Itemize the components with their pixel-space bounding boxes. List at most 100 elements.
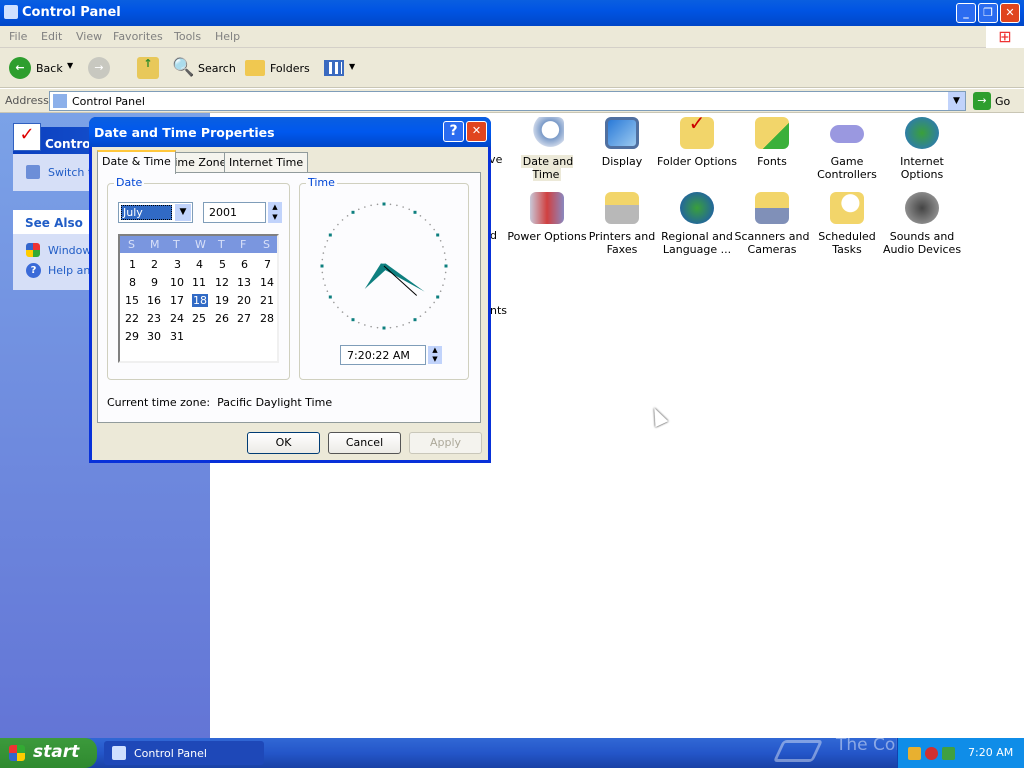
close-button[interactable]: ✕ bbox=[1000, 3, 1020, 23]
partial-item-label[interactable]: d bbox=[490, 229, 497, 242]
calendar-day[interactable]: 7 bbox=[264, 258, 271, 271]
tray-network-icon[interactable] bbox=[925, 747, 938, 760]
menu-tools[interactable]: Tools bbox=[174, 30, 201, 43]
calendar-day[interactable]: 9 bbox=[151, 276, 158, 289]
window-title-bar[interactable]: Control Panel _ ❐ ✕ bbox=[0, 0, 1024, 26]
item-printers-and-faxes[interactable]: Printers and Faxes bbox=[582, 192, 662, 256]
calendar-day[interactable]: 25 bbox=[192, 312, 206, 325]
go-button[interactable]: → Go bbox=[972, 91, 1022, 111]
start-button[interactable]: start bbox=[0, 738, 97, 768]
restore-button[interactable]: ❐ bbox=[978, 3, 998, 23]
item-regional-language[interactable]: Regional and Language ... bbox=[657, 192, 737, 256]
month-dropdown-icon[interactable]: ▼ bbox=[175, 204, 191, 221]
calendar-day[interactable]: 17 bbox=[170, 294, 184, 307]
back-label: Back bbox=[36, 62, 63, 75]
calendar-day[interactable]: 13 bbox=[237, 276, 251, 289]
calendar-day[interactable]: 28 bbox=[260, 312, 274, 325]
views-button[interactable]: ▼ bbox=[322, 56, 358, 80]
timezone-value: Pacific Daylight Time bbox=[217, 396, 333, 409]
calendar-day[interactable]: 3 bbox=[174, 258, 181, 271]
tray-update-icon[interactable] bbox=[942, 747, 955, 760]
calendar-day[interactable]: 29 bbox=[125, 330, 139, 343]
item-power-options[interactable]: Power Options bbox=[507, 192, 587, 243]
item-scheduled-tasks[interactable]: Scheduled Tasks bbox=[807, 192, 887, 256]
calendar-day[interactable]: 15 bbox=[125, 294, 139, 307]
calendar-day[interactable]: 24 bbox=[170, 312, 184, 325]
calendar-day[interactable]: 1 bbox=[129, 258, 136, 271]
item-scanners-cameras[interactable]: Scanners and Cameras bbox=[732, 192, 812, 256]
cancel-button[interactable]: Cancel bbox=[328, 432, 401, 454]
dialog-close-button[interactable]: ✕ bbox=[466, 121, 487, 142]
calendar-day[interactable]: 23 bbox=[147, 312, 161, 325]
clock-hour-tick bbox=[436, 295, 440, 299]
windows-update-icon bbox=[26, 243, 40, 257]
search-button[interactable]: 🔍 Search bbox=[170, 56, 236, 80]
time-spinner[interactable]: ▲ ▼ bbox=[428, 346, 442, 364]
year-spinner[interactable]: ▲ ▼ bbox=[268, 202, 282, 223]
tray-clock[interactable]: 7:20 AM bbox=[968, 746, 1013, 759]
calendar-day[interactable]: 21 bbox=[260, 294, 274, 307]
tab-internet-time[interactable]: Internet Time bbox=[224, 152, 309, 173]
calendar-day[interactable]: 5 bbox=[219, 258, 226, 271]
item-label: Game Controllers bbox=[817, 155, 877, 181]
calendar-day[interactable]: 22 bbox=[125, 312, 139, 325]
forward-arrow-icon[interactable]: → bbox=[88, 57, 110, 79]
fonts-folder-icon bbox=[755, 117, 789, 149]
calendar-day-selected[interactable]: 18 bbox=[192, 294, 208, 307]
clock-hour-tick bbox=[444, 264, 448, 268]
calendar-day[interactable]: 4 bbox=[196, 258, 203, 271]
up-folder-icon[interactable]: ↑ bbox=[137, 57, 159, 79]
calendar-day[interactable]: 8 bbox=[129, 276, 136, 289]
calendar-day[interactable]: 30 bbox=[147, 330, 161, 343]
menu-file[interactable]: File bbox=[9, 30, 27, 43]
ok-button[interactable]: OK bbox=[247, 432, 320, 454]
item-folder-options[interactable]: ✓ Folder Options bbox=[657, 113, 737, 168]
calendar-day[interactable]: 27 bbox=[237, 312, 251, 325]
calendar-day[interactable]: 11 bbox=[192, 276, 206, 289]
folders-button[interactable]: Folders bbox=[243, 56, 310, 80]
calendar-day[interactable]: 10 bbox=[170, 276, 184, 289]
item-internet-options[interactable]: Internet Options bbox=[882, 117, 962, 181]
calendar-day[interactable]: 20 bbox=[237, 294, 251, 307]
item-game-controllers[interactable]: Game Controllers bbox=[807, 117, 887, 181]
calendar-day[interactable]: 26 bbox=[215, 312, 229, 325]
menu-view[interactable]: View bbox=[76, 30, 102, 43]
calendar-day[interactable]: 16 bbox=[147, 294, 161, 307]
tab-date-time[interactable]: Date & Time bbox=[97, 150, 176, 174]
taskbar-button-control-panel[interactable]: Control Panel bbox=[104, 741, 264, 765]
item-fonts[interactable]: Fonts bbox=[732, 117, 812, 168]
back-dropdown-icon[interactable]: ▼ bbox=[67, 61, 73, 70]
calendar-day[interactable]: 14 bbox=[260, 276, 274, 289]
folder-check-icon: ✓ bbox=[680, 113, 714, 149]
power-plug-icon bbox=[530, 192, 564, 224]
calendar-day[interactable]: 12 bbox=[215, 276, 229, 289]
year-input[interactable]: 2001 bbox=[203, 202, 266, 223]
partial-item-label[interactable]: nts bbox=[490, 304, 507, 317]
month-select[interactable]: July ▼ bbox=[118, 202, 193, 223]
gamepad-icon bbox=[830, 125, 864, 143]
menu-favorites[interactable]: Favorites bbox=[113, 30, 163, 43]
clock-second-hand bbox=[383, 265, 418, 296]
item-sounds-audio[interactable]: Sounds and Audio Devices bbox=[882, 192, 962, 256]
clock-hour-tick bbox=[351, 318, 355, 322]
windows-logo-icon: ⊞ bbox=[986, 26, 1024, 48]
apply-button[interactable]: Apply bbox=[409, 432, 482, 454]
dialog-title-bar[interactable]: Date and Time Properties ? ✕ bbox=[89, 117, 491, 147]
help-button[interactable]: ? bbox=[443, 121, 464, 142]
menu-edit[interactable]: Edit bbox=[41, 30, 62, 43]
weekday-label: M bbox=[150, 238, 160, 251]
menu-help[interactable]: Help bbox=[215, 30, 240, 43]
calendar-day[interactable]: 31 bbox=[170, 330, 184, 343]
time-input[interactable]: 7:20:22 AM bbox=[340, 345, 426, 365]
address-input[interactable]: Control Panel ▼ bbox=[49, 91, 966, 111]
address-dropdown-icon[interactable]: ▼ bbox=[948, 92, 965, 110]
calendar-day[interactable]: 19 bbox=[215, 294, 229, 307]
back-button[interactable]: ← Back ▼ bbox=[6, 56, 78, 80]
tray-key-icon[interactable] bbox=[908, 747, 921, 760]
calendar-day[interactable]: 6 bbox=[241, 258, 248, 271]
calendar-day[interactable]: 2 bbox=[151, 258, 158, 271]
item-date-and-time[interactable]: Date and Time bbox=[507, 117, 587, 181]
item-display[interactable]: Display bbox=[582, 117, 662, 168]
minimize-button[interactable]: _ bbox=[956, 3, 976, 23]
speaker-icon bbox=[905, 192, 939, 224]
